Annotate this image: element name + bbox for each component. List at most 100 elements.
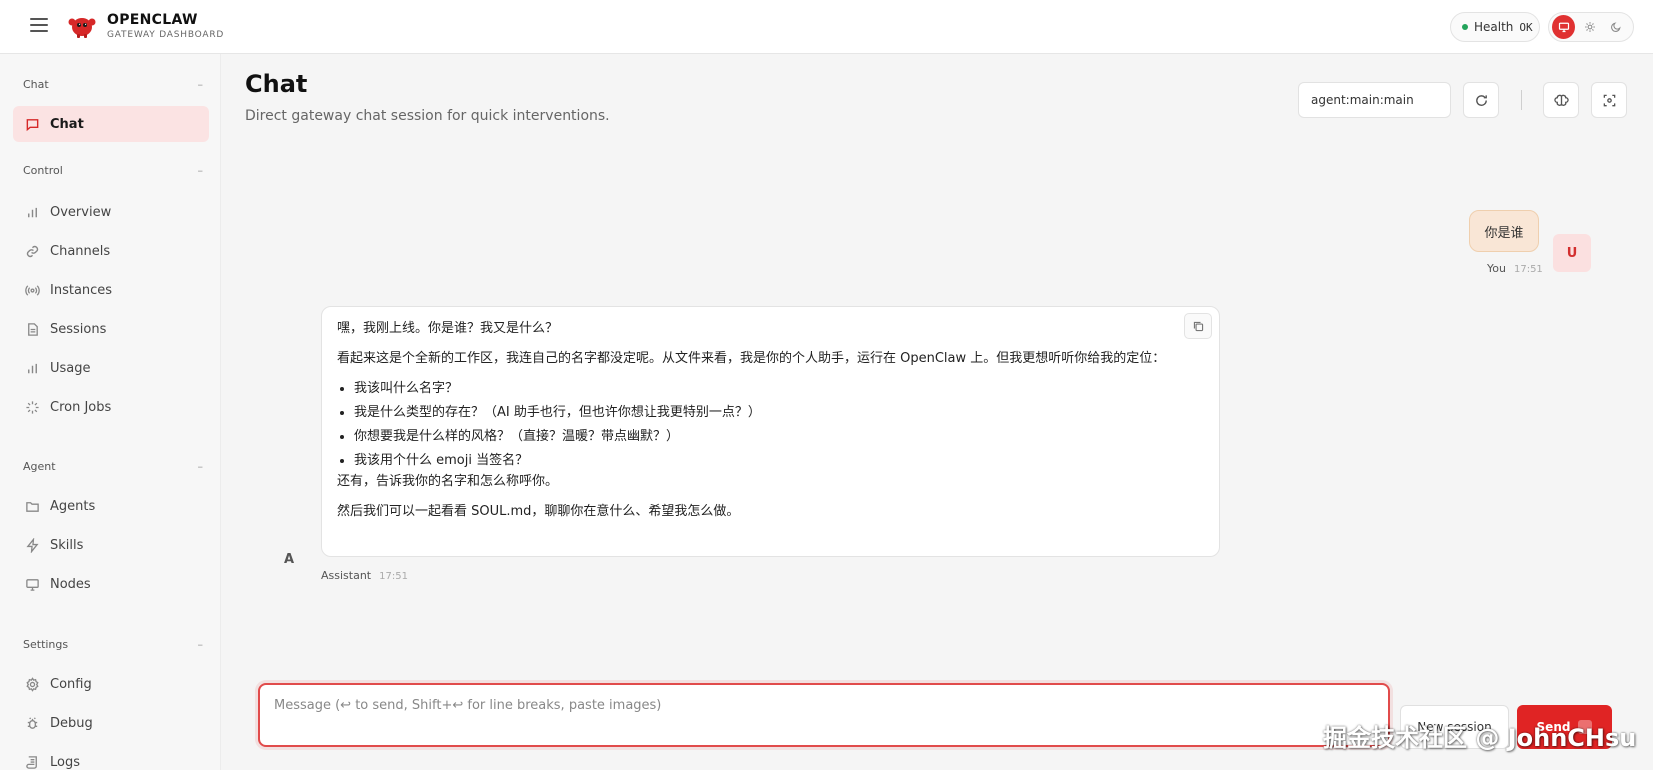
folder-icon xyxy=(25,501,39,512)
collapse-icon[interactable]: – xyxy=(198,460,204,473)
status-dot-icon xyxy=(1462,24,1468,30)
brain-icon xyxy=(1553,94,1569,106)
sun-icon xyxy=(1584,22,1595,32)
sidebar-section-agent[interactable]: Agent – xyxy=(23,460,203,473)
sidebar-item-label: Chat xyxy=(50,116,84,132)
message-sender: Assistant xyxy=(321,569,372,582)
message-square-icon xyxy=(26,118,38,131)
message-paragraph: 还有，告诉我你的名字和怎么称呼你。 xyxy=(337,474,559,489)
toolbar-divider xyxy=(1521,90,1522,110)
brand-title: OPENCLAW xyxy=(107,12,198,28)
bar-chart-icon xyxy=(27,207,37,217)
link-icon xyxy=(26,245,38,257)
refresh-icon xyxy=(1475,94,1487,106)
sidebar-item-label: Usage xyxy=(50,360,91,376)
message-sender: You xyxy=(1487,262,1506,275)
user-message-meta: You 17:51 xyxy=(1487,262,1543,275)
sidebar-item-label: Logs xyxy=(50,754,80,770)
assistant-avatar: A xyxy=(283,552,295,567)
session-key-select[interactable]: agent:main:main xyxy=(1298,82,1451,118)
collapse-icon[interactable]: – xyxy=(198,164,204,177)
assistant-message-meta: Assistant 17:51 xyxy=(321,569,408,582)
sidebar-section-settings[interactable]: Settings – xyxy=(23,638,203,651)
bug-icon xyxy=(27,716,37,729)
top-bar: OPENCLAW GATEWAY DASHBOARD Health OK xyxy=(0,0,1653,54)
sidebar-item-label: Instances xyxy=(50,282,113,298)
menu-icon[interactable] xyxy=(30,18,48,34)
focus-mode-button[interactable] xyxy=(1591,82,1627,118)
sidebar-item-label: Channels xyxy=(50,243,111,259)
focus-icon xyxy=(1603,94,1615,106)
section-title: Chat xyxy=(23,78,49,91)
send-label: Send xyxy=(1536,720,1571,734)
list-item: 我是什么类型的存在？（AI 助手也行，但也许你想让我更特别一点？） xyxy=(354,402,1204,423)
keyboard-hint-icon xyxy=(1578,720,1593,734)
copy-message-button[interactable] xyxy=(1184,313,1212,339)
sidebar-item-agents[interactable]: Agents xyxy=(13,488,209,524)
monitor-icon xyxy=(25,578,39,591)
health-label: Health xyxy=(1474,20,1514,34)
collapse-icon[interactable]: – xyxy=(198,638,204,651)
message-list: 我该叫什么名字？ 我是什么类型的存在？（AI 助手也行，但也许你想让我更特别一点… xyxy=(337,378,1204,471)
list-item: 你想要我是什么样的风格？（直接？温暖？带点幽默？） xyxy=(354,426,1204,447)
section-title: Agent xyxy=(23,460,56,473)
sidebar-item-label: Skills xyxy=(50,537,84,553)
section-title: Settings xyxy=(23,638,69,651)
sidebar-item-cron-jobs[interactable]: Cron Jobs xyxy=(13,389,209,425)
sidebar-section-control[interactable]: Control – xyxy=(23,164,203,177)
health-value: OK xyxy=(1519,20,1533,34)
section-title: Control xyxy=(23,164,63,177)
gear-icon xyxy=(25,676,39,692)
refresh-button[interactable] xyxy=(1463,82,1499,118)
collapse-icon[interactable]: – xyxy=(198,78,204,91)
moon-icon xyxy=(1610,22,1621,32)
sidebar-item-sessions[interactable]: Sessions xyxy=(13,311,209,347)
sidebar-item-instances[interactable]: Instances xyxy=(13,272,209,308)
send-button[interactable]: Send xyxy=(1517,705,1612,749)
sidebar-item-logs[interactable]: Logs xyxy=(13,744,209,770)
sidebar-item-label: Overview xyxy=(50,204,112,220)
sidebar-item-label: Sessions xyxy=(50,321,107,337)
user-message-bubble: 你是谁 xyxy=(1469,210,1539,252)
list-item: 我该用个什么 emoji 当签名？ xyxy=(354,450,1204,471)
brand-subtitle: GATEWAY DASHBOARD xyxy=(107,30,225,40)
openclaw-logo xyxy=(68,18,96,38)
new-session-button[interactable]: New session xyxy=(1400,705,1509,749)
theme-light-button[interactable] xyxy=(1578,15,1601,39)
file-text-icon xyxy=(27,322,38,336)
copy-icon xyxy=(1193,321,1203,331)
monitor-icon xyxy=(1558,22,1569,33)
message-paragraph: 看起来这是个全新的工作区，我连自己的名字都没定呢。从文件来看，我是你的个人助手，… xyxy=(337,351,1166,366)
sidebar-item-debug[interactable]: Debug xyxy=(13,705,209,741)
sidebar: Chat – Chat Control – Overview Channels … xyxy=(0,54,221,770)
health-status: Health OK xyxy=(1450,12,1540,42)
list-item: 我该叫什么名字？ xyxy=(354,378,1204,399)
message-input[interactable] xyxy=(260,685,1388,745)
sidebar-item-overview[interactable]: Overview xyxy=(13,194,209,230)
message-time: 17:51 xyxy=(1513,264,1543,275)
sidebar-item-skills[interactable]: Skills xyxy=(13,527,209,563)
page-subtitle: Direct gateway chat session for quick in… xyxy=(245,108,610,124)
message-paragraph: 嘿，我刚上线。你是谁？我又是什么？ xyxy=(337,321,559,336)
sidebar-item-nodes[interactable]: Nodes xyxy=(13,566,209,602)
assistant-message-bubble: 嘿，我刚上线。你是谁？我又是什么？ 看起来这是个全新的工作区，我连自己的名字都没… xyxy=(321,306,1220,557)
message-time: 17:51 xyxy=(379,571,408,582)
message-composer xyxy=(258,683,1390,747)
message-paragraph: 然后我们可以一起看看 SOUL.md，聊聊你在意什么、希望我怎么做。 xyxy=(337,504,740,519)
sidebar-item-usage[interactable]: Usage xyxy=(13,350,209,386)
sidebar-item-label: Debug xyxy=(50,715,93,731)
theme-dark-button[interactable] xyxy=(1604,15,1627,39)
sidebar-item-config[interactable]: Config xyxy=(13,666,209,702)
sidebar-section-chat[interactable]: Chat – xyxy=(23,78,203,91)
page-title: Chat xyxy=(245,70,308,98)
radio-icon xyxy=(24,284,40,296)
zap-icon xyxy=(25,537,39,553)
bar-chart-icon xyxy=(27,363,37,373)
sidebar-item-channels[interactable]: Channels xyxy=(13,233,209,269)
theme-switcher xyxy=(1548,12,1634,42)
thinking-toggle-button[interactable] xyxy=(1543,82,1579,118)
sidebar-item-chat[interactable]: Chat xyxy=(13,106,209,142)
loader-icon xyxy=(25,400,39,414)
scroll-icon xyxy=(25,755,37,769)
theme-system-button[interactable] xyxy=(1552,15,1575,39)
